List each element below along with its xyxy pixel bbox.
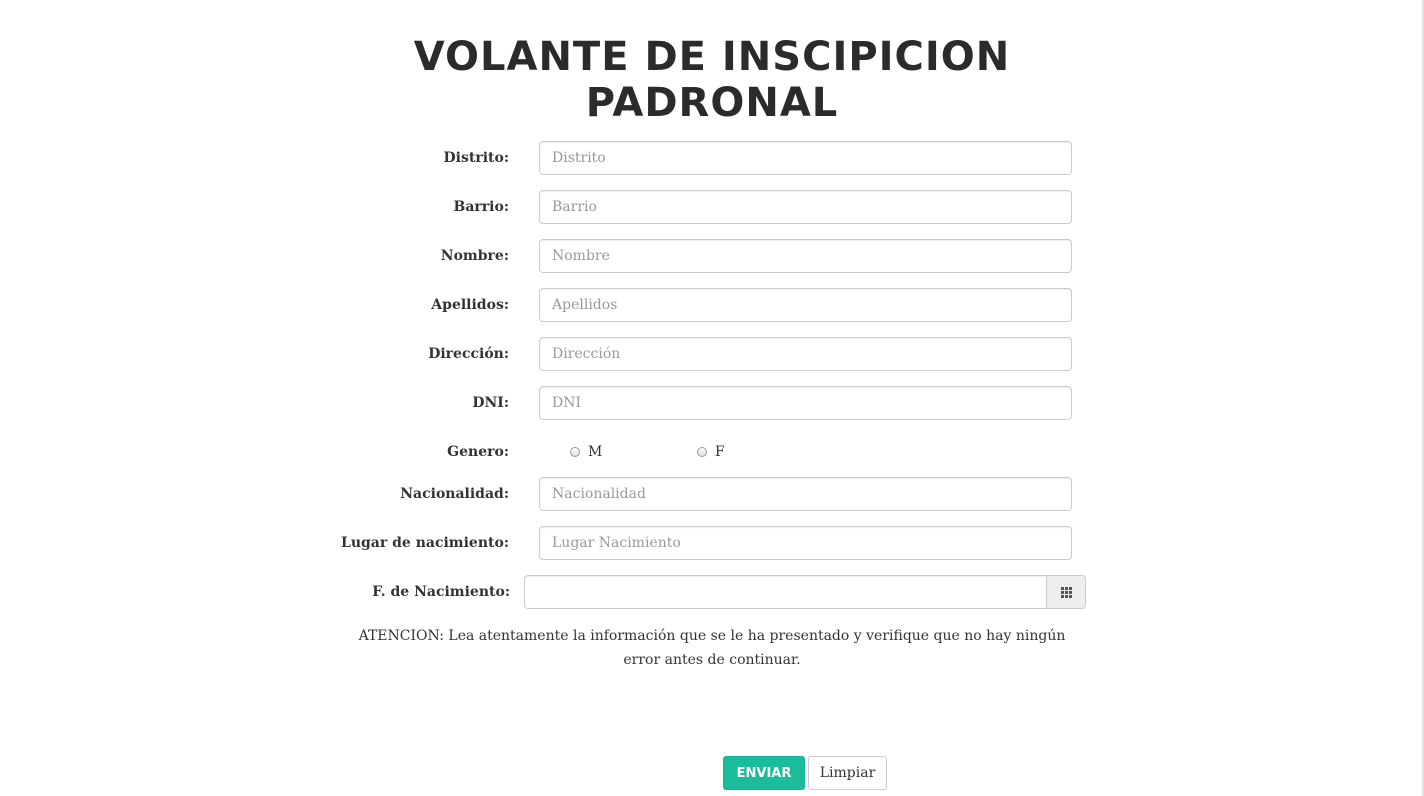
gender-m-radio[interactable] [570, 447, 580, 457]
genero-label: Genero: [447, 444, 509, 460]
nombre-input[interactable] [539, 239, 1072, 273]
dni-input[interactable] [539, 386, 1072, 420]
barrio-label: Barrio: [453, 199, 509, 215]
field-row-direccion: Dirección: [0, 337, 1424, 371]
field-row-dni: DNI: [0, 386, 1424, 420]
gender-option-m[interactable]: M [570, 435, 602, 469]
page-title: VOLANTE DE INSCIPICION PADRONAL [413, 34, 1011, 126]
nacionalidad-label: Nacionalidad: [400, 486, 509, 502]
enviar-button[interactable]: ENVIAR [723, 756, 805, 790]
fecha-nacimiento-input[interactable] [524, 575, 1047, 609]
calendar-grid-icon [1060, 586, 1072, 598]
gender-f-label: F [715, 444, 725, 460]
attention-notice: ATENCION: Lea atentamente la información… [358, 628, 1066, 668]
gender-m-label: M [588, 444, 603, 460]
apellidos-label: Apellidos: [431, 297, 509, 313]
field-row-genero: Genero: M F [0, 435, 1424, 469]
fecha-nacimiento-label: F. de Nacimiento: [372, 584, 510, 600]
apellidos-input[interactable] [539, 288, 1072, 322]
field-row-distrito: Distrito: [0, 141, 1424, 175]
nacionalidad-input[interactable] [539, 477, 1072, 511]
distrito-label: Distrito: [443, 150, 509, 166]
date-picker-button[interactable] [1046, 575, 1086, 609]
direccion-label: Dirección: [428, 346, 509, 362]
field-row-apellidos: Apellidos: [0, 288, 1424, 322]
lugar-nacimiento-label: Lugar de nacimiento: [341, 535, 509, 551]
limpiar-button[interactable]: Limpiar [808, 756, 887, 790]
lugar-nacimiento-input[interactable] [539, 526, 1072, 560]
direccion-input[interactable] [539, 337, 1072, 371]
nombre-label: Nombre: [440, 248, 509, 264]
field-row-lugar-nacimiento: Lugar de nacimiento: [0, 526, 1424, 560]
field-row-nombre: Nombre: [0, 239, 1424, 273]
distrito-input[interactable] [539, 141, 1072, 175]
dni-label: DNI: [472, 395, 509, 411]
gender-option-f[interactable]: F [697, 435, 725, 469]
field-row-barrio: Barrio: [0, 190, 1424, 224]
barrio-input[interactable] [539, 190, 1072, 224]
gender-f-radio[interactable] [697, 447, 707, 457]
field-row-nacionalidad: Nacionalidad: [0, 477, 1424, 511]
field-row-fecha-nacimiento: F. de Nacimiento: [0, 575, 1424, 609]
